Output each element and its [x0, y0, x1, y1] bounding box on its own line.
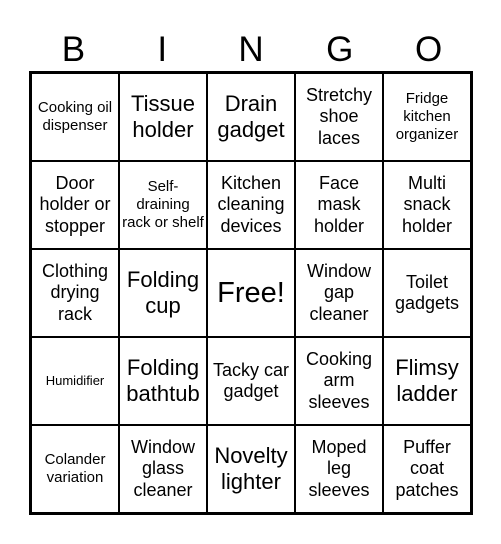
bingo-header: B I N G O	[29, 28, 473, 72]
bingo-cell[interactable]: Flimsy ladder	[383, 337, 471, 425]
header-letter-o: O	[414, 30, 443, 69]
bingo-cell[interactable]: Folding cup	[119, 249, 207, 337]
bingo-cell[interactable]: Clothing drying rack	[31, 249, 119, 337]
bingo-cell[interactable]: Moped leg sleeves	[295, 425, 383, 513]
bingo-cell[interactable]: Toilet gadgets	[383, 249, 471, 337]
bingo-cell[interactable]: Puffer coat patches	[383, 425, 471, 513]
bingo-cell[interactable]: Folding bathtub	[119, 337, 207, 425]
bingo-grid: Cooking oil dispenser Tissue holder Drain …	[29, 71, 473, 515]
bingo-cell[interactable]: Self-draining rack or shelf	[119, 161, 207, 249]
header-letter-n: N	[238, 30, 264, 69]
bingo-cell[interactable]: Humidifier	[31, 337, 119, 425]
header-letter-g: G	[326, 30, 354, 69]
bingo-cell[interactable]: Window glass cleaner	[119, 425, 207, 513]
bingo-cell[interactable]: Kitchen cleaning devices	[207, 161, 295, 249]
bingo-cell[interactable]: Drain gadget	[207, 73, 295, 161]
header-letter-i: I	[157, 30, 168, 69]
bingo-cell[interactable]: Door holder or stopper	[31, 161, 119, 249]
header-letter-b: B	[61, 30, 86, 69]
bingo-cell[interactable]: Fridge kitchen organizer	[383, 73, 471, 161]
bingo-cell[interactable]: Cooking arm sleeves	[295, 337, 383, 425]
bingo-cell[interactable]: Tissue holder	[119, 73, 207, 161]
bingo-cell[interactable]: Colander variation	[31, 425, 119, 513]
bingo-cell[interactable]: Window gap cleaner	[295, 249, 383, 337]
bingo-cell[interactable]: Face mask holder	[295, 161, 383, 249]
bingo-cell[interactable]: Stretchy shoe laces	[295, 73, 383, 161]
bingo-cell[interactable]: Novelty lighter	[207, 425, 295, 513]
bingo-cell[interactable]: Cooking oil dispenser	[31, 73, 119, 161]
free-space-cell[interactable]: Free!	[207, 249, 295, 337]
bingo-cell[interactable]: Tacky car gadget	[207, 337, 295, 425]
bingo-cell[interactable]: Multi snack holder	[383, 161, 471, 249]
